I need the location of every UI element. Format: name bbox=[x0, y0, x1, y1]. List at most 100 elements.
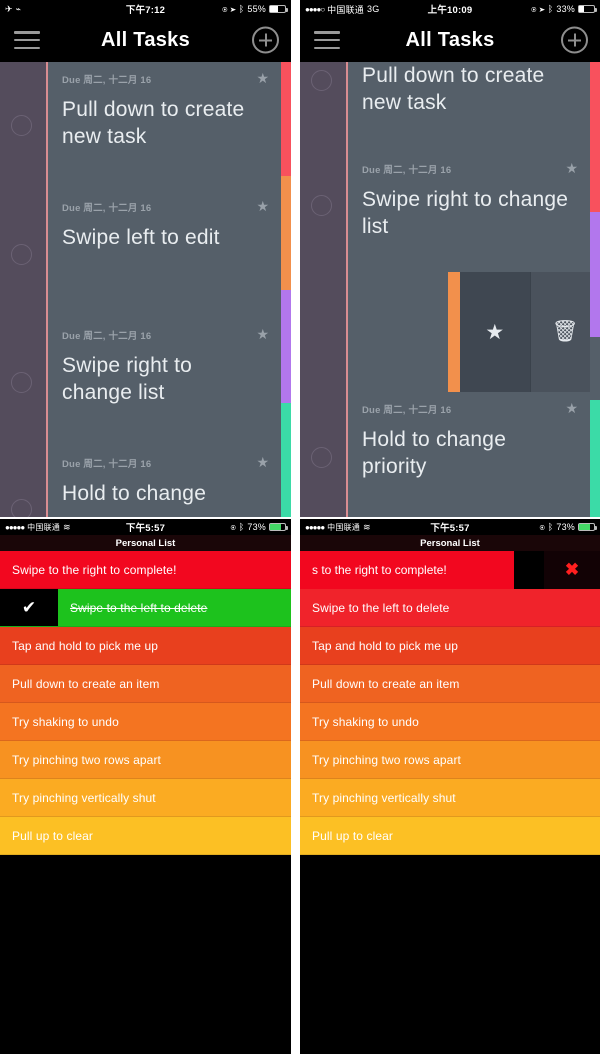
clear-list-bottom-right: ✖ s to the right to complete! Swipe to t… bbox=[300, 551, 600, 1054]
network-type-label: 3G bbox=[366, 4, 380, 14]
list-item-label: Pull down to create an item bbox=[312, 676, 460, 691]
task-row[interactable]: Due 周二, 十二月 16 ★ Swipe left to edit bbox=[48, 190, 281, 318]
task-checkbox[interactable] bbox=[311, 447, 332, 468]
task-checkbox[interactable] bbox=[11, 244, 32, 265]
list-item[interactable]: Pull down to create an item bbox=[300, 665, 600, 703]
carrier-label: 中国联通 bbox=[327, 4, 364, 15]
list-item[interactable]: Pull down to create an item bbox=[0, 665, 291, 703]
star-action-button[interactable]: ★ bbox=[460, 272, 530, 392]
delete-reveal-button[interactable]: ✖ bbox=[544, 551, 600, 589]
list-title-bar: Personal List bbox=[0, 535, 291, 551]
status-left-group: ●●●●● 中国联通 ≋ bbox=[5, 522, 71, 533]
task-row[interactable]: Due 周二, 十二月 16 ★ Swipe right to change l… bbox=[348, 152, 590, 272]
star-icon: ★ bbox=[485, 320, 505, 344]
hamburger-icon[interactable] bbox=[314, 31, 340, 49]
battery-percent-label: 73% bbox=[556, 521, 575, 532]
task-title: Hold to change bbox=[62, 482, 207, 505]
list-item[interactable]: Try shaking to undo bbox=[300, 703, 600, 741]
list-item[interactable]: Pull up to clear bbox=[300, 817, 600, 855]
location-bluetooth-icons: ◉ ᛒ bbox=[230, 521, 245, 532]
list-divider-line bbox=[46, 62, 48, 517]
airplane-wifi-icons: ✈ ⌁ bbox=[5, 3, 22, 14]
task-row[interactable]: Due 周二, 十二月 16 ★ Pull down to create new… bbox=[48, 62, 281, 190]
star-icon[interactable]: ★ bbox=[256, 198, 269, 215]
list-item-label: Pull up to clear bbox=[12, 828, 93, 843]
star-icon[interactable]: ★ bbox=[256, 454, 269, 471]
empty-list-area bbox=[300, 855, 600, 1054]
battery-percent-label: 73% bbox=[247, 521, 266, 532]
priority-color-red bbox=[281, 62, 291, 176]
task-checkbox[interactable] bbox=[11, 499, 32, 517]
battery-percent-label: 55% bbox=[247, 3, 266, 14]
battery-icon bbox=[578, 5, 597, 13]
list-item[interactable]: Try pinching vertically shut bbox=[300, 779, 600, 817]
battery-icon bbox=[269, 5, 288, 13]
task-row[interactable]: Due 周二, 十二月 16 ★ Hold to change priority bbox=[348, 392, 590, 512]
battery-icon bbox=[578, 523, 597, 531]
list-item-label: Try pinching vertically shut bbox=[312, 790, 456, 805]
signal-dots-icon: ●●●●● bbox=[5, 522, 25, 532]
task-due-label: Due 周二, 十二月 16 bbox=[362, 405, 452, 416]
list-item-label: Swipe to the left to delete bbox=[312, 600, 450, 615]
list-item[interactable]: Try pinching two rows apart bbox=[300, 741, 600, 779]
list-item[interactable]: Pull up to clear bbox=[0, 817, 291, 855]
list-item[interactable]: Try pinching two rows apart bbox=[0, 741, 291, 779]
task-title: Hold to change priority bbox=[362, 428, 507, 478]
task-row[interactable]: Due 周二, 十二月 16 ★ Swipe right to change l… bbox=[48, 318, 281, 446]
list-item-label: Try pinching vertically shut bbox=[12, 790, 156, 805]
empty-list-area bbox=[0, 855, 291, 1054]
phone-top-right: ●●●●○ 中国联通 3G 上午10:09 ◉ ➤ ᛒ 33% All Task… bbox=[300, 0, 600, 517]
status-right-group: ◉ ➤ ᛒ 33% bbox=[531, 3, 597, 14]
status-left-group: ●●●●○ 中国联通 3G bbox=[305, 3, 379, 16]
star-icon[interactable]: ★ bbox=[565, 400, 578, 417]
list-item[interactable]: Swipe to the left to delete bbox=[300, 589, 600, 627]
list-item[interactable]: Try shaking to undo bbox=[0, 703, 291, 741]
priority-color-none bbox=[590, 337, 600, 400]
phone-top-left: ✈ ⌁ 下午7:12 ◉ ➤ ᛒ 55% All Tasks Due 周二, 十… bbox=[0, 0, 291, 517]
status-left-group: ●●●●● 中国联通 ≋ bbox=[305, 522, 371, 533]
trash-icon: 🗑 bbox=[551, 320, 579, 343]
priority-color-purple bbox=[281, 289, 291, 404]
task-title: Swipe right to change list bbox=[362, 188, 569, 238]
task-row[interactable]: Pull down to create new task bbox=[348, 62, 590, 152]
status-bar-bottom-right: ●●●●● 中国联通 ≋ 下午5:57 ◉ ᛒ 73% bbox=[300, 519, 600, 535]
slid-item-content: s to the right to complete! bbox=[300, 551, 514, 589]
swipe-actions: ★ 🗑 bbox=[460, 272, 600, 392]
priority-color-orange bbox=[281, 175, 291, 290]
list-item[interactable]: Swipe to the right to complete! bbox=[0, 551, 291, 589]
list-item-label: Pull up to clear bbox=[312, 828, 393, 843]
list-item-label: Try pinching two rows apart bbox=[312, 752, 461, 767]
status-left-group: ✈ ⌁ bbox=[5, 3, 22, 14]
task-row[interactable]: Due 周二, 十二月 16 ★ Hold to change bbox=[48, 446, 281, 517]
task-checkbox[interactable] bbox=[311, 70, 332, 91]
priority-color-teal bbox=[281, 403, 291, 517]
list-item-completed[interactable]: ✔ Swipe to the left to delete bbox=[0, 589, 291, 627]
list-item-label: Tap and hold to pick me up bbox=[12, 638, 159, 653]
battery-percent-label: 33% bbox=[556, 3, 575, 14]
nav-bar-top-right: All Tasks bbox=[300, 18, 600, 62]
close-icon: ✖ bbox=[564, 560, 580, 579]
clear-list-bottom-left: Swipe to the right to complete! ✔ Swipe … bbox=[0, 551, 291, 1054]
list-item-label: Swipe to the right to complete! bbox=[12, 562, 177, 577]
star-icon[interactable]: ★ bbox=[256, 70, 269, 87]
task-list-top-right: Pull down to create new task Due 周二, 十二月… bbox=[300, 62, 600, 517]
page-title: Personal List bbox=[420, 537, 480, 549]
page-title: All Tasks bbox=[405, 28, 495, 51]
star-icon[interactable]: ★ bbox=[565, 160, 578, 177]
list-item-label: s to the right to complete! bbox=[312, 563, 447, 577]
phone-bottom-left: ●●●●● 中国联通 ≋ 下午5:57 ◉ ᛒ 73% Personal Lis… bbox=[0, 519, 291, 1054]
task-due-label: Due 周二, 十二月 16 bbox=[362, 165, 452, 176]
task-checkbox[interactable] bbox=[11, 372, 32, 393]
plus-circle-icon[interactable] bbox=[252, 26, 279, 54]
task-checkbox[interactable] bbox=[11, 115, 32, 136]
list-item[interactable]: Try pinching vertically shut bbox=[0, 779, 291, 817]
swipe-accent-strip bbox=[448, 272, 460, 392]
list-item[interactable]: Tap and hold to pick me up bbox=[0, 627, 291, 665]
list-item[interactable]: Tap and hold to pick me up bbox=[300, 627, 600, 665]
plus-circle-icon[interactable] bbox=[561, 26, 588, 54]
hamburger-icon[interactable] bbox=[14, 31, 40, 49]
task-checkbox[interactable] bbox=[311, 195, 332, 216]
task-title: Swipe left to edit bbox=[62, 226, 220, 249]
star-icon[interactable]: ★ bbox=[256, 326, 269, 343]
list-item-slid-open[interactable]: ✖ s to the right to complete! bbox=[300, 551, 600, 589]
